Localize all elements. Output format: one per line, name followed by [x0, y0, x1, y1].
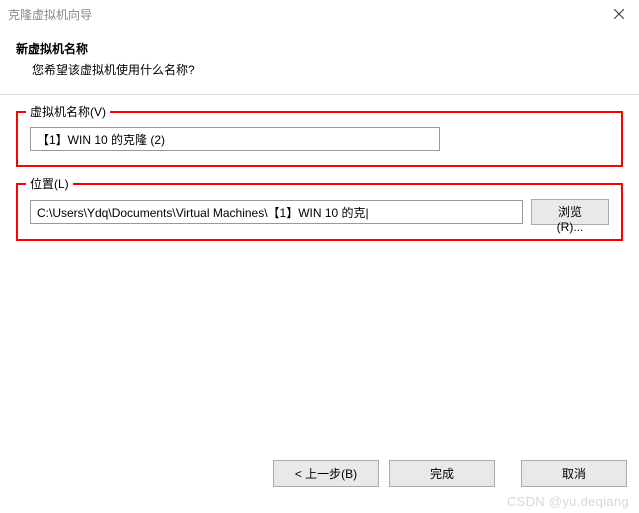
close-button[interactable]	[599, 0, 639, 28]
content-area: 虚拟机名称(V) 位置(L) 浏览(R)...	[0, 95, 639, 273]
browse-button[interactable]: 浏览(R)...	[531, 199, 609, 225]
page-subtitle: 您希望该虚拟机使用什么名称?	[16, 61, 623, 78]
vm-name-label: 虚拟机名称(V)	[26, 103, 110, 120]
vm-location-input[interactable]	[30, 200, 523, 224]
watermark: CSDN @yu.deqiang	[507, 494, 629, 509]
page-title: 新虚拟机名称	[16, 40, 623, 57]
vm-location-group: 位置(L) 浏览(R)...	[16, 183, 623, 241]
window-title: 克隆虚拟机向导	[8, 6, 92, 23]
finish-button[interactable]: 完成	[389, 460, 495, 487]
back-button[interactable]: < 上一步(B)	[273, 460, 379, 487]
titlebar: 克隆虚拟机向导	[0, 0, 639, 28]
wizard-header: 新虚拟机名称 您希望该虚拟机使用什么名称?	[0, 28, 639, 94]
wizard-footer: < 上一步(B) 完成 取消	[273, 460, 627, 487]
close-icon	[614, 9, 624, 19]
spacer	[505, 460, 511, 487]
vm-name-group: 虚拟机名称(V)	[16, 111, 623, 167]
vm-name-input[interactable]	[30, 127, 440, 151]
vm-location-label: 位置(L)	[26, 175, 73, 192]
cancel-button[interactable]: 取消	[521, 460, 627, 487]
